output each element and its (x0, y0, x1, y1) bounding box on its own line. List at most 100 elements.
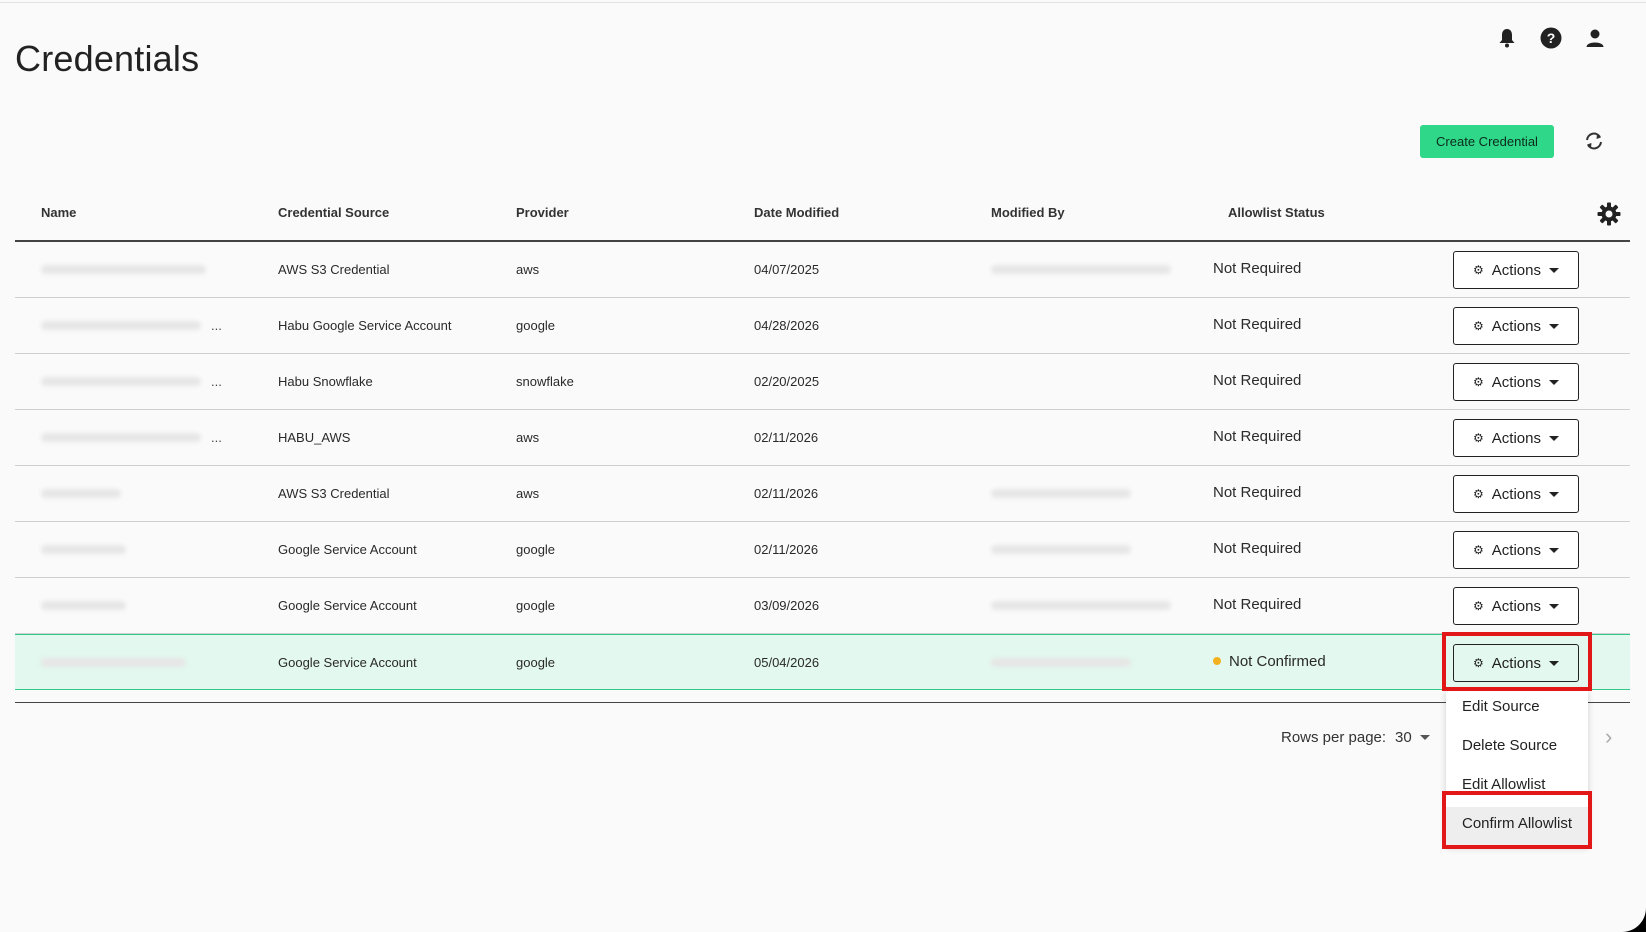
name-redacted (41, 545, 126, 554)
cell-date: 02/20/2025 (754, 374, 820, 389)
table-row[interactable]: ... Habu Google Service Account google 0… (15, 298, 1630, 354)
actions-button[interactable]: ⚙ Actions (1453, 307, 1579, 345)
cell-source: HABU_AWS (278, 430, 351, 445)
actions-button[interactable]: ⚙ Actions (1453, 587, 1579, 625)
cell-source: Google Service Account (278, 542, 417, 557)
name-ellipsis: ... (211, 430, 222, 445)
cell-status: Not Required (1213, 484, 1302, 501)
name-redacted (41, 377, 201, 386)
table-row[interactable]: ... HABU_AWS aws 02/11/2026 Not Required… (15, 410, 1630, 466)
menu-item-edit-source[interactable]: Edit Source (1446, 690, 1588, 729)
cell-status: Not Required (1213, 540, 1302, 557)
table-row-selected[interactable]: Google Service Account google 05/04/2026… (15, 634, 1630, 690)
cell-source: Google Service Account (278, 598, 417, 613)
caret-down-icon (1548, 323, 1559, 329)
actions-button[interactable]: ⚙ Actions (1453, 531, 1579, 569)
gear-icon: ⚙ (1473, 375, 1484, 389)
cell-source: Habu Google Service Account (278, 318, 452, 333)
page-title: Credentials (15, 38, 200, 79)
bell-icon[interactable] (1496, 26, 1518, 50)
cell-source: Google Service Account (278, 655, 417, 670)
gear-icon: ⚙ (1473, 431, 1484, 445)
actions-button[interactable]: ⚙ Actions (1453, 475, 1579, 513)
actions-button[interactable]: ⚙ Actions (1453, 363, 1579, 401)
header-icons: ? (1496, 26, 1606, 50)
cell-status: Not Required (1213, 372, 1302, 389)
credentials-table: Name Credential Source Provider Date Mod… (15, 190, 1630, 690)
svg-text:?: ? (1547, 30, 1556, 46)
cell-date: 02/11/2026 (754, 542, 819, 557)
table-row[interactable]: AWS S3 Credential aws 02/11/2026 Not Req… (15, 466, 1630, 522)
name-redacted (41, 489, 121, 498)
table-header: Name Credential Source Provider Date Mod… (15, 190, 1630, 242)
caret-down-icon (1548, 491, 1559, 497)
caret-down-icon (1548, 267, 1559, 273)
table-row[interactable]: AWS S3 Credential aws 04/07/2025 Not Req… (15, 242, 1630, 298)
gear-icon[interactable] (1597, 202, 1621, 226)
name-redacted (41, 433, 201, 442)
cell-provider: google (516, 318, 556, 333)
help-icon[interactable]: ? (1540, 26, 1562, 50)
next-page-icon[interactable]: › (1605, 724, 1612, 750)
cell-provider: aws (516, 430, 540, 445)
cell-provider: snowflake (516, 374, 574, 389)
cell-source: Habu Snowflake (278, 374, 373, 389)
col-name[interactable]: Name (41, 205, 76, 220)
table-row[interactable]: Google Service Account google 03/09/2026… (15, 578, 1630, 634)
cell-date: 04/07/2025 (754, 262, 820, 277)
cell-date: 02/11/2026 (754, 486, 819, 501)
col-modified-by[interactable]: Modified By (991, 205, 1065, 220)
table-bottom-divider (15, 702, 1630, 703)
caret-down-icon (1419, 735, 1430, 740)
table-row[interactable]: ... Habu Snowflake snowflake 02/20/2025 … (15, 354, 1630, 410)
caret-down-icon (1548, 435, 1559, 441)
cell-date: 05/04/2026 (754, 655, 820, 670)
actions-button[interactable]: ⚙ Actions (1453, 419, 1579, 457)
gear-icon: ⚙ (1473, 487, 1484, 501)
cell-provider: google (516, 655, 556, 670)
col-allowlist-status[interactable]: Allowlist Status (1228, 205, 1325, 220)
caret-down-icon (1548, 379, 1559, 385)
modified-by-redacted (991, 545, 1131, 554)
name-redacted (41, 658, 186, 667)
table-row[interactable]: Google Service Account google 02/11/2026… (15, 522, 1630, 578)
status-dot-icon (1213, 657, 1221, 665)
modified-by-redacted (991, 265, 1171, 274)
cell-source: AWS S3 Credential (278, 486, 390, 501)
rows-per-page-select[interactable]: 30 (1395, 729, 1430, 746)
name-ellipsis: ... (211, 374, 222, 389)
cell-status: Not Confirmed (1213, 653, 1326, 670)
cell-provider: google (516, 542, 556, 557)
create-credential-button[interactable]: Create Credential (1420, 125, 1554, 158)
cell-status: Not Required (1213, 316, 1302, 333)
col-credential-source[interactable]: Credential Source (278, 205, 389, 220)
col-date-modified[interactable]: Date Modified (754, 205, 839, 220)
cell-provider: google (516, 598, 556, 613)
name-ellipsis: ... (211, 318, 222, 333)
gear-icon: ⚙ (1473, 599, 1484, 613)
col-provider[interactable]: Provider (516, 205, 569, 220)
rows-per-page-label: Rows per page: (1281, 729, 1387, 746)
refresh-icon[interactable] (1583, 130, 1605, 152)
caret-down-icon (1548, 660, 1559, 666)
cell-date: 03/09/2026 (754, 598, 820, 613)
cell-date: 04/28/2026 (754, 318, 820, 333)
cell-status: Not Required (1213, 428, 1302, 445)
cell-source: AWS S3 Credential (278, 262, 390, 277)
user-icon[interactable] (1584, 26, 1606, 50)
gear-icon: ⚙ (1473, 543, 1484, 557)
gear-icon: ⚙ (1473, 319, 1484, 333)
caret-down-icon (1548, 547, 1559, 553)
actions-menu: Edit Source Delete Source Edit Allowlist… (1446, 690, 1588, 846)
actions-button[interactable]: ⚙ Actions (1453, 251, 1579, 289)
menu-item-confirm-allowlist[interactable]: Confirm Allowlist (1446, 807, 1588, 846)
name-redacted (41, 601, 126, 610)
modified-by-redacted (991, 601, 1171, 610)
menu-item-delete-source[interactable]: Delete Source (1446, 729, 1588, 768)
cell-provider: aws (516, 262, 540, 277)
cell-provider: aws (516, 486, 540, 501)
actions-button[interactable]: ⚙ Actions (1453, 644, 1579, 682)
menu-item-edit-allowlist[interactable]: Edit Allowlist (1446, 768, 1588, 807)
modified-by-redacted (991, 489, 1131, 498)
name-redacted (41, 321, 201, 330)
